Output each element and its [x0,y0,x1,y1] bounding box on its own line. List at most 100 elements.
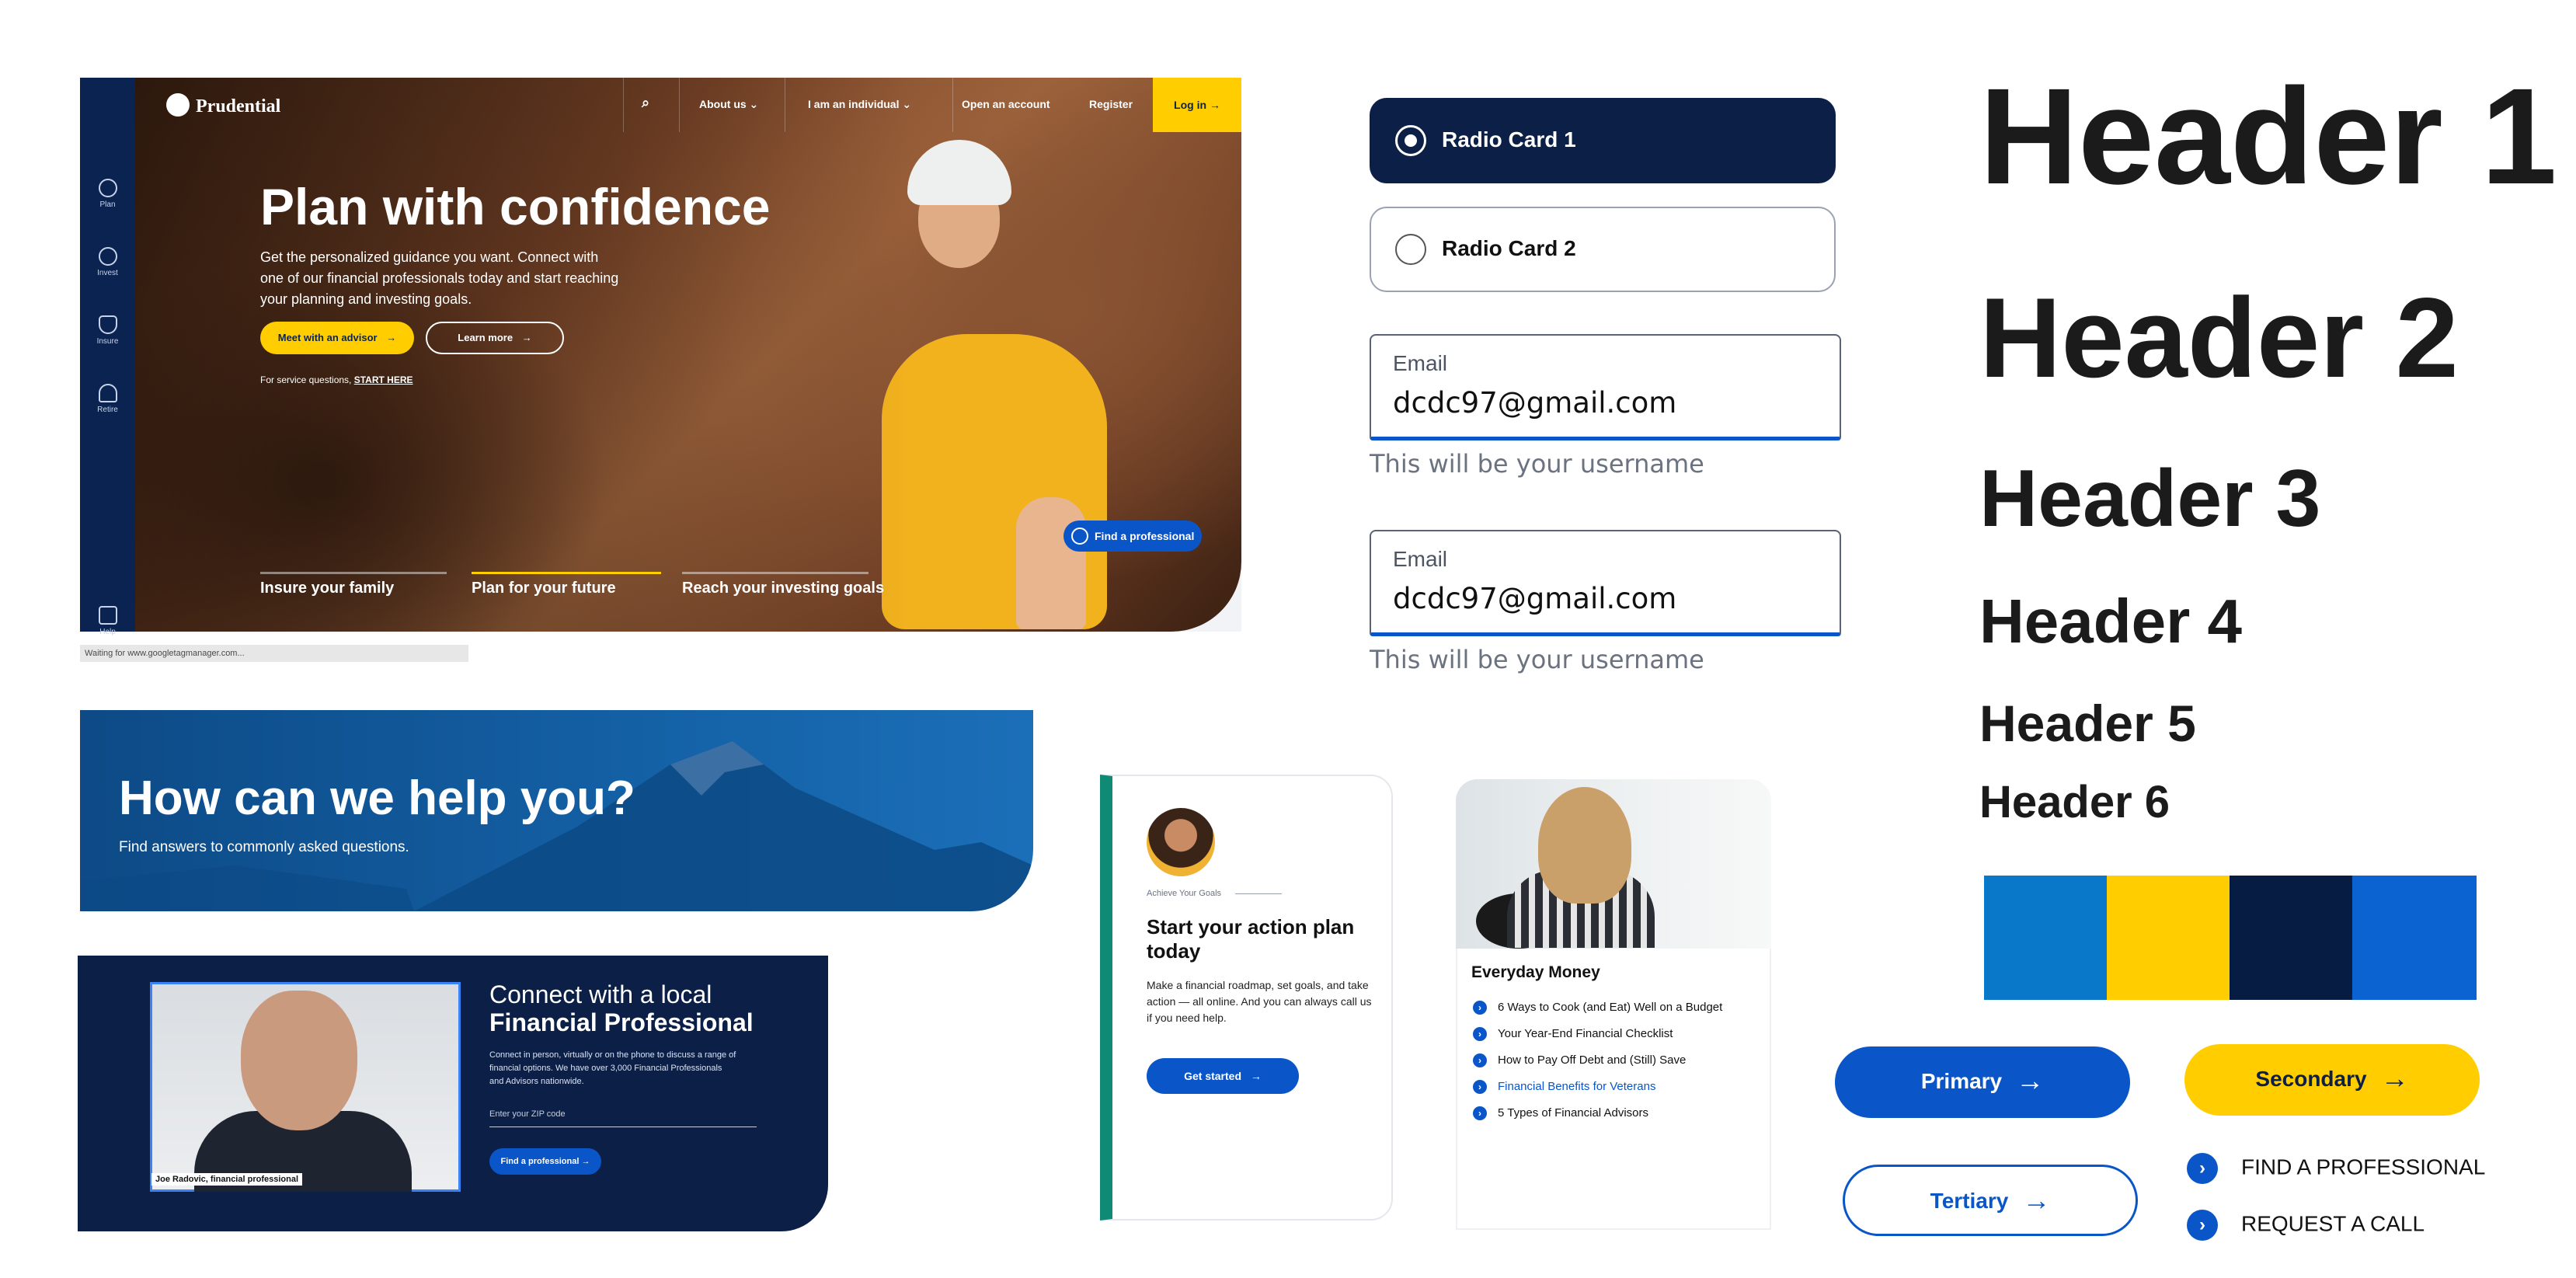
button-label: Get started [1184,1070,1242,1082]
secondary-button[interactable]: Secondary → [2184,1044,2480,1116]
person-hair [1538,787,1631,904]
radio-unselected-icon [1395,234,1426,265]
rail-item-insure[interactable]: Insure [80,315,135,346]
learn-more-button[interactable]: Learn more → [426,322,564,354]
arrow-right-icon: → [2380,1062,2409,1094]
email-field[interactable]: Email dcdc97@gmail.com [1370,334,1841,441]
color-swatch-navy [2230,876,2352,1000]
top-navigation: Prudential ⌕ About us ⌄ I am an individu… [135,78,1241,132]
radio-card-2[interactable]: Radio Card 2 [1370,207,1836,292]
email-value: dcdc97@gmail.com [1393,386,1677,420]
nav-i-am-an-individual[interactable]: I am an individual ⌄ [808,98,911,111]
radio-label: Radio Card 1 [1442,127,1576,151]
sunrise-icon [98,384,117,402]
color-swatch-bright-blue [2352,876,2477,1000]
prudential-logo[interactable]: Prudential [166,93,280,117]
article-link[interactable]: › How to Pay Off Debt and (Still) Save [1473,1053,1686,1068]
find-a-professional-link[interactable]: › FIND A PROFESSIONAL [2187,1153,2485,1184]
invest-icon [98,247,117,266]
email-label: Email [1393,547,1448,571]
rail-label: Retire [97,406,118,414]
chevron-right-icon: › [1473,1001,1487,1015]
plan-icon [98,179,117,197]
radio-card-1[interactable]: Radio Card 1 [1370,98,1836,183]
radio-selected-icon [1395,125,1426,156]
nav-register[interactable]: Register [1089,98,1133,110]
link-label: FIND A PROFESSIONAL [2241,1154,2486,1179]
tab-underline-active [472,572,661,574]
woman-avatar [1147,808,1215,876]
button-label: Find a professional [500,1157,580,1166]
arrow-right-icon: → [2022,1184,2051,1216]
chevron-right-icon: › [1473,1106,1487,1121]
find-a-professional-chip[interactable]: Find a professional [1063,521,1202,552]
link-label: REQUEST A CALL [2241,1211,2425,1236]
button-label: Meet with an advisor [277,332,378,343]
chevron-right-icon: › [2187,1210,2218,1241]
tab-insure-your-family[interactable]: Insure your family [260,580,394,597]
tab-plan-for-your-future[interactable]: Plan for your future [472,580,616,597]
button-label: Learn more [458,332,513,343]
arrow-right-icon: → [521,332,532,343]
chevron-down-icon: ⌄ [749,98,759,110]
email-label: Email [1393,351,1448,375]
meet-with-advisor-button[interactable]: Meet with an advisor → [260,322,414,354]
header-1-sample: Header 1 [1979,61,2557,213]
login-button[interactable]: Log in → [1153,78,1241,132]
article-link[interactable]: › 6 Ways to Cook (and Eat) Well on a Budg… [1473,1001,1722,1015]
article-link-highlighted[interactable]: › Financial Benefits for Veterans [1473,1080,1656,1095]
login-arrow-icon: → [1209,99,1220,111]
connect-title-line2: Financial Professional [489,1008,754,1036]
primary-button[interactable]: Primary → [1835,1046,2130,1118]
header-3-sample: Header 3 [1979,454,2321,544]
article-title: Your Year-End Financial Checklist [1498,1027,1673,1040]
button-label: Primary [1920,1069,2003,1093]
header-2-sample: Header 2 [1979,274,2459,401]
connect-description: Connect in person, virtually or on the p… [489,1050,736,1086]
email-helper-text: This will be your username [1370,449,1704,479]
start-here-link[interactable]: START HERE [354,374,413,385]
rail-item-help[interactable]: Help [80,606,135,636]
nav-open-an-account[interactable]: Open an account [962,98,1050,110]
button-label: Tertiary [1930,1189,2009,1213]
request-a-call-link[interactable]: › REQUEST A CALL [2187,1210,2425,1241]
nav-divider [679,78,680,132]
article-title: Financial Benefits for Veterans [1498,1080,1656,1093]
hero-title: Plan with confidence [260,178,771,235]
tab-reach-your-investing-goals[interactable]: Reach your investing goals [682,580,884,597]
article-link[interactable]: › 5 Types of Financial Advisors [1473,1106,1648,1121]
rail-label: Insure [96,337,119,346]
browser-status-bar: Waiting for www.googletagmanager.com... [80,645,468,662]
nav-about-us[interactable]: About us ⌄ [699,98,758,111]
hero-description: Get the personalized guidance you want. … [260,249,619,307]
find-a-professional-button[interactable]: Find a professional → [489,1148,601,1175]
chevron-right-icon: › [1473,1027,1487,1042]
card-title: Start your action plan today [1147,915,1355,963]
email-value: dcdc97@gmail.com [1393,582,1677,615]
arrow-right-icon: → [1250,1070,1262,1082]
zip-code-input[interactable]: Enter your ZIP code [489,1109,757,1127]
rail-label: Invest [97,269,118,277]
article-link[interactable]: › Your Year-End Financial Checklist [1473,1027,1673,1042]
login-label: Log in [1174,99,1207,111]
email-field[interactable]: Email dcdc97@gmail.com [1370,530,1841,636]
service-note: For service questions, START HERE [260,374,413,385]
rail-item-plan[interactable]: Plan [80,179,135,209]
color-swatch-yellow [2107,876,2230,1000]
card-description: Make a financial roadmap, set goals, and… [1147,979,1372,1024]
advisor-face [241,991,357,1130]
header-6-sample: Header 6 [1979,777,2170,827]
header-4-sample: Header 4 [1979,587,2242,656]
tertiary-button[interactable]: Tertiary → [1843,1165,2138,1236]
arrow-right-icon: → [581,1157,590,1166]
get-started-button[interactable]: Get started → [1147,1058,1299,1094]
chevron-right-icon: › [2187,1153,2218,1184]
rail-item-invest[interactable]: Invest [80,247,135,277]
rock-logo-icon [166,93,190,117]
article-title: 5 Types of Financial Advisors [1498,1106,1648,1120]
chevron-right-icon: › [1473,1080,1487,1095]
search-icon[interactable]: ⌕ [642,95,649,111]
rail-item-retire[interactable]: Retire [80,384,135,414]
chevron-right-icon: › [1473,1053,1487,1068]
header-5-sample: Header 5 [1979,695,2196,752]
